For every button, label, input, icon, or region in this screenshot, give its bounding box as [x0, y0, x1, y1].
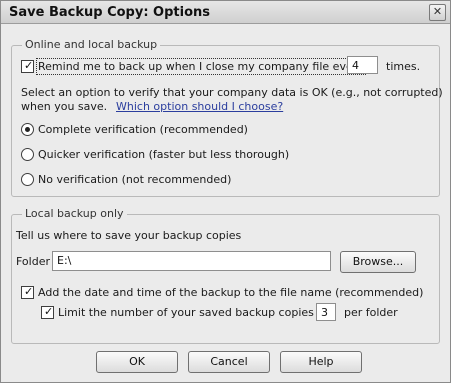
- radio-no-label[interactable]: No verification (not recommended): [38, 173, 231, 186]
- folder-path-input[interactable]: E:\: [52, 251, 331, 271]
- radio-no-verification[interactable]: [21, 173, 34, 186]
- remind-suffix: times.: [386, 60, 421, 73]
- title-bar[interactable]: Save Backup Copy: Options ✕: [1, 1, 450, 24]
- online-backup-legend: Online and local backup: [22, 38, 161, 51]
- remind-label[interactable]: Remind me to back up when I close my com…: [36, 58, 366, 75]
- close-icon[interactable]: ✕: [429, 4, 446, 21]
- verify-prompt: Select an option to verify that your com…: [21, 86, 443, 99]
- local-backup-group: Local backup only Tell us where to save …: [11, 207, 440, 344]
- cancel-button[interactable]: Cancel: [188, 351, 270, 373]
- local-backup-legend: Local backup only: [22, 207, 127, 220]
- radio-quicker-verification[interactable]: [21, 148, 34, 161]
- radio-complete-verification[interactable]: [21, 123, 34, 136]
- checkmark-icon: ✓: [44, 305, 54, 318]
- ok-button[interactable]: OK: [96, 351, 178, 373]
- folder-label: Folder: [16, 255, 50, 268]
- checkmark-icon: ✓: [24, 59, 34, 72]
- verify-prompt-cont: when you save.: [21, 100, 108, 113]
- radio-selected-dot: [25, 127, 30, 132]
- add-date-label[interactable]: Add the date and time of the backup to t…: [38, 286, 423, 299]
- checkmark-icon: ✓: [24, 285, 34, 298]
- limit-copies-label[interactable]: Limit the number of your saved backup co…: [58, 306, 328, 319]
- limit-copies-checkbox[interactable]: ✓: [41, 305, 54, 319]
- limit-copies-suffix: per folder: [344, 306, 398, 319]
- options-dialog: Save Backup Copy: Options ✕ Online and l…: [0, 0, 451, 383]
- help-button[interactable]: Help: [280, 351, 362, 373]
- remind-checkbox[interactable]: ✓: [21, 59, 34, 73]
- dialog-title: Save Backup Copy: Options: [9, 5, 210, 20]
- help-choose-link[interactable]: Which option should I choose?: [116, 100, 283, 113]
- remind-count-input[interactable]: 4: [347, 56, 378, 74]
- save-location-instruction: Tell us where to save your backup copies: [16, 229, 242, 242]
- limit-copies-input[interactable]: 3: [316, 303, 336, 321]
- online-backup-group: Online and local backup ✓ Remind me to b…: [11, 38, 443, 197]
- radio-quicker-label[interactable]: Quicker verification (faster but less th…: [38, 148, 289, 161]
- browse-button[interactable]: Browse...: [340, 251, 416, 273]
- add-date-checkbox[interactable]: ✓: [21, 285, 34, 299]
- radio-complete-label[interactable]: Complete verification (recommended): [38, 123, 248, 136]
